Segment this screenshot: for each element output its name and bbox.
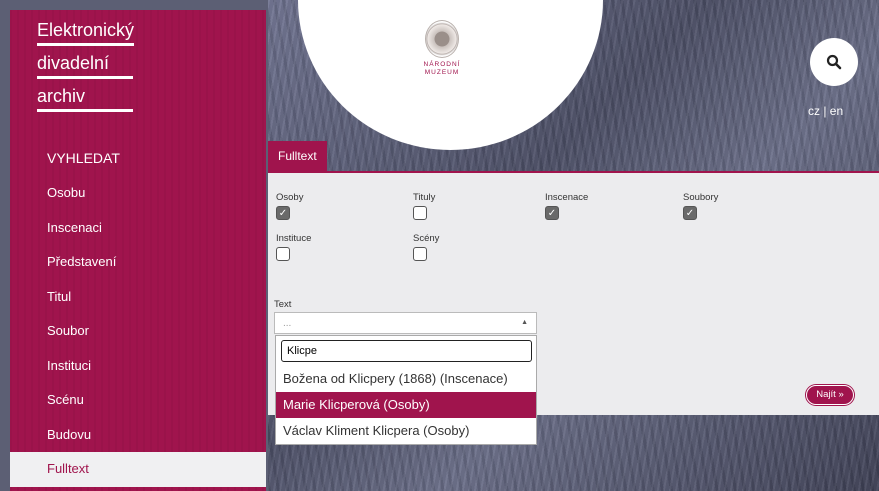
search-button[interactable] xyxy=(810,38,858,86)
text-select[interactable]: ... ▲ xyxy=(274,312,537,334)
filter-osoby-checkbox[interactable]: ✓ xyxy=(276,206,290,220)
filter-instituce: Instituce xyxy=(276,233,311,261)
dropdown-search-input[interactable] xyxy=(281,340,532,362)
dropdown-option[interactable]: Božena od Klicpery (1868) (Inscenace) xyxy=(276,366,536,392)
museum-emblem-icon xyxy=(425,20,459,58)
filter-soubory: Soubory ✓ xyxy=(683,192,718,220)
filter-soubory-checkbox[interactable]: ✓ xyxy=(683,206,697,220)
sidebar-item-budovu[interactable]: Budovu xyxy=(10,418,266,453)
filter-sceny: Scény xyxy=(413,233,439,261)
sidebar-item-instituci[interactable]: Instituci xyxy=(10,349,266,384)
site-logo[interactable]: Elektronický divadelní archiv xyxy=(37,18,147,117)
caret-up-icon: ▲ xyxy=(521,319,528,326)
sidebar-item-osobu[interactable]: Osobu xyxy=(10,176,266,211)
filter-label: Osoby xyxy=(276,192,304,203)
filter-instituce-checkbox[interactable] xyxy=(276,247,290,261)
check-icon: ✓ xyxy=(278,207,288,219)
sidebar-item-inscenaci[interactable]: Inscenaci xyxy=(10,211,266,246)
text-select-placeholder: ... xyxy=(283,318,292,329)
search-icon xyxy=(826,54,842,70)
museum-name-line-2: MUZEUM xyxy=(424,69,460,76)
filter-inscenace-checkbox[interactable]: ✓ xyxy=(545,206,559,220)
site-title-line-3: archiv xyxy=(37,84,133,112)
filter-label: Scény xyxy=(413,233,440,244)
site-title-line-1: Elektronický xyxy=(37,18,135,46)
language-switch[interactable]: cz | en xyxy=(808,104,843,118)
museum-name-line-1: NÁRODNÍ xyxy=(423,61,461,68)
check-icon: ✓ xyxy=(685,207,695,219)
filter-tituly: Tituly xyxy=(413,192,435,220)
sidebar-nav: VYHLEDAT Osobu Inscenaci Představení Tit… xyxy=(10,140,266,487)
text-field-label: Text xyxy=(274,299,292,310)
find-button[interactable]: Najít » xyxy=(806,385,854,405)
sidebar-item-titul[interactable]: Titul xyxy=(10,280,266,315)
sidebar-item-soubor[interactable]: Soubor xyxy=(10,314,266,349)
museum-logo[interactable]: NÁRODNÍ MUZEUM xyxy=(410,20,474,77)
dropdown-option[interactable]: Václav Kliment Klicpera (Osoby) xyxy=(276,418,536,444)
filter-osoby: Osoby ✓ xyxy=(276,192,303,220)
sidebar-item-fulltext[interactable]: Fulltext xyxy=(10,452,266,487)
dropdown-option-selected[interactable]: Marie Klicperová (Osoby) xyxy=(276,392,536,418)
filter-label: Tituly xyxy=(413,192,436,203)
filter-label: Instituce xyxy=(276,233,312,244)
tab-fulltext[interactable]: Fulltext xyxy=(268,141,327,172)
filter-sceny-checkbox[interactable] xyxy=(413,247,427,261)
filter-tituly-checkbox[interactable] xyxy=(413,206,427,220)
check-icon: ✓ xyxy=(547,207,557,219)
sidebar-item-predstaveni[interactable]: Představení xyxy=(10,245,266,280)
autocomplete-dropdown: Božena od Klicpery (1868) (Inscenace) Ma… xyxy=(275,335,537,445)
sidebar-item-scenu[interactable]: Scénu xyxy=(10,383,266,418)
filter-inscenace: Inscenace ✓ xyxy=(545,192,588,220)
site-title-line-2: divadelní xyxy=(37,51,133,79)
filter-label: Soubory xyxy=(683,192,719,203)
nav-heading: VYHLEDAT xyxy=(47,150,120,166)
filter-label: Inscenace xyxy=(545,192,589,203)
